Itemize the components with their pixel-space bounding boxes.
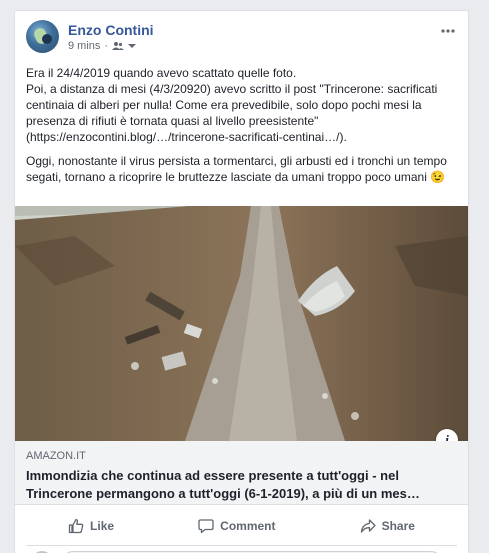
post-actions: Like Comment Share: [26, 512, 457, 540]
chevron-down-icon[interactable]: [128, 43, 137, 49]
post-text: Era il 24/4/2019 quando avevo scattato q…: [26, 65, 460, 193]
post-photo[interactable]: [15, 206, 468, 441]
comment-label: Comment: [220, 519, 276, 533]
post-meta: 9 mins ·: [68, 40, 137, 52]
thumbs-up-icon: [68, 518, 84, 534]
post-card: Enzo Contini 9 mins · Era il 24/4/2019 q…: [14, 10, 469, 553]
author-avatar[interactable]: [26, 20, 59, 53]
share-label: Share: [381, 519, 415, 533]
post-paragraph-1: Era il 24/4/2019 quando avevo scattato q…: [26, 66, 438, 144]
share-button[interactable]: Share: [348, 514, 427, 538]
friends-icon[interactable]: [112, 41, 125, 51]
post-header: Enzo Contini 9 mins ·: [26, 20, 457, 62]
more-options-icon[interactable]: [439, 23, 457, 39]
like-label: Like: [90, 519, 115, 533]
comment-button[interactable]: Comment: [186, 514, 287, 538]
link-preview[interactable]: AMAZON.IT Immondizia che continua ad ess…: [15, 441, 468, 505]
post-paragraph-2: Oggi, nonostante il virus persista a tor…: [26, 154, 447, 184]
post-timestamp[interactable]: 9 mins: [68, 40, 100, 52]
link-domain: AMAZON.IT: [26, 450, 86, 462]
author-name[interactable]: Enzo Contini: [68, 22, 154, 38]
link-title[interactable]: Immondizia che continua ad essere presen…: [26, 467, 457, 503]
comment-bubble-icon: [198, 518, 214, 534]
share-arrow-icon: [360, 518, 376, 534]
like-button[interactable]: Like: [56, 514, 126, 538]
trench-photo-illustration: [15, 206, 468, 441]
comment-composer: [26, 545, 457, 553]
separator-dot: ·: [104, 40, 109, 52]
